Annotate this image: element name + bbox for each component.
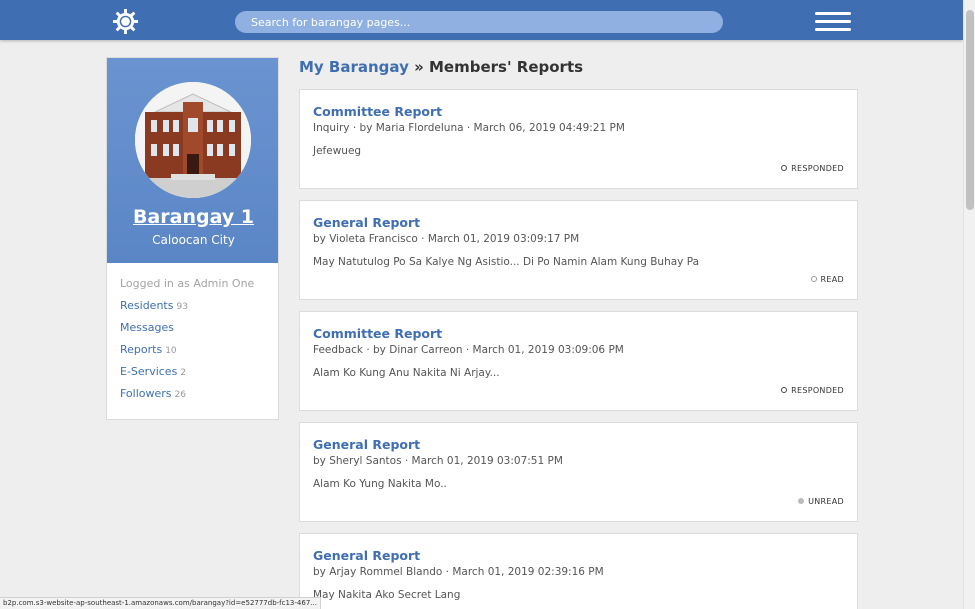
status-dot-icon (798, 498, 805, 504)
page-title-text: Members' Reports (429, 58, 584, 76)
report-title-link[interactable]: Committee Report (313, 326, 442, 341)
top-navbar (0, 0, 963, 40)
barangay-hall-avatar (135, 82, 251, 198)
report-card[interactable]: General Report by Arjay Rommel Blando · … (299, 533, 858, 609)
sidebar-item-label: Messages (120, 321, 174, 334)
report-body: Alam Ko Kung Anu Nakita Ni Arjay... (313, 367, 500, 379)
status-label: UNREAD (808, 497, 844, 506)
report-title-link[interactable]: Committee Report (313, 104, 442, 119)
sidebar-item-label: Residents (120, 299, 174, 312)
report-meta: Feedback · by Dinar Carreon · March 01, … (313, 344, 624, 356)
status-badge: READ (810, 275, 844, 284)
status-label: RESPONDED (791, 164, 844, 173)
status-badge: RESPONDED (781, 386, 844, 395)
report-meta: Inquiry · by Maria Flordeluna · March 06… (313, 122, 625, 134)
reports-count: 10 (165, 346, 177, 356)
sidebar-item-label: E-Services (120, 365, 178, 378)
status-dot-icon (781, 165, 788, 171)
search-input[interactable] (235, 11, 723, 33)
sidebar-item-e-services[interactable]: E-Services 2 (120, 361, 265, 383)
report-card[interactable]: Committee Report Inquiry · by Maria Flor… (299, 89, 858, 189)
residents-count: 93 (176, 302, 188, 312)
report-title-link[interactable]: General Report (313, 548, 420, 563)
report-body: May Natutulog Po Sa Kalye Ng Asistio... … (313, 256, 700, 268)
logo-gear-icon[interactable] (112, 8, 139, 35)
scrollbar-thumb[interactable] (966, 10, 974, 210)
sidebar-item-residents[interactable]: Residents 93 (120, 295, 265, 317)
followers-count: 26 (174, 390, 186, 400)
report-body: Alam Ko Yung Nakita Mo.. (313, 478, 447, 490)
status-badge: UNREAD (798, 497, 844, 506)
report-title-link[interactable]: General Report (313, 215, 420, 230)
sidebar-nav: Logged in as Admin One Residents 93 Messa… (107, 263, 278, 415)
page-title: My Barangay » Members' Reports (299, 58, 583, 76)
status-dot-icon (810, 276, 817, 282)
hamburger-menu-icon[interactable] (815, 12, 851, 34)
e-services-count: 2 (180, 368, 187, 378)
report-body: Jefewueg (313, 145, 362, 157)
report-card[interactable]: Committee Report Feedback · by Dinar Car… (299, 311, 858, 411)
report-card[interactable]: General Report by Violeta Francisco · Ma… (299, 200, 858, 300)
report-meta: by Arjay Rommel Blando · March 01, 2019 … (313, 566, 604, 578)
logged-in-text: Logged in as Admin One (120, 277, 255, 290)
link-preview-statusbar: b2p.com.s3-website-ap-southeast-1.amazon… (0, 597, 321, 609)
barangay-city: Caloocan City (152, 233, 235, 247)
sidebar-item-messages[interactable]: Messages (120, 317, 265, 339)
sidebar-item-reports[interactable]: Reports 10 (120, 339, 265, 361)
breadcrumb-separator: » (408, 58, 429, 76)
status-dot-icon (781, 387, 788, 393)
sidebar-item-label: Reports (120, 343, 163, 356)
report-card[interactable]: General Report by Sheryl Santos · March … (299, 422, 858, 522)
status-badge: RESPONDED (781, 164, 844, 173)
report-meta: by Sheryl Santos · March 01, 2019 03:07:… (313, 455, 563, 467)
sidebar: Barangay 1 Caloocan City Logged in as Ad… (106, 57, 279, 420)
sidebar-item-followers[interactable]: Followers 26 (120, 383, 265, 405)
profile-card: Barangay 1 Caloocan City (107, 58, 278, 263)
report-meta: by Violeta Francisco · March 01, 2019 03… (313, 233, 580, 245)
status-label: RESPONDED (791, 386, 844, 395)
sidebar-item-label: Followers (120, 387, 172, 400)
page-scrollbar[interactable] (963, 0, 975, 609)
barangay-name-link[interactable]: Barangay 1 (107, 206, 280, 228)
breadcrumb-my-barangay-link[interactable]: My Barangay (299, 58, 409, 76)
report-body: May Nakita Ako Secret Lang (313, 589, 461, 601)
status-label: READ (820, 275, 844, 284)
report-title-link[interactable]: General Report (313, 437, 420, 452)
